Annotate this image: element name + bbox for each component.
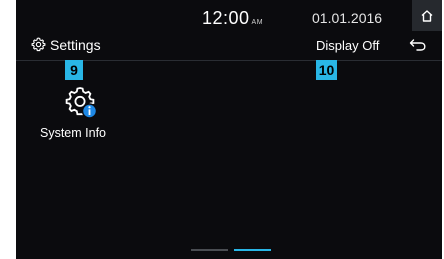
callout-badge-system-info: 9 bbox=[65, 60, 83, 80]
page-title: Settings bbox=[50, 37, 101, 53]
system-info-icon bbox=[65, 87, 98, 119]
clock: 12:00 AM bbox=[202, 8, 263, 29]
back-button[interactable] bbox=[406, 35, 430, 55]
display-off-button[interactable]: Display Off bbox=[316, 38, 379, 53]
clock-ampm: AM bbox=[251, 19, 264, 26]
page-indicator-2 bbox=[234, 249, 271, 251]
callout-badge-display-off: 10 bbox=[316, 60, 337, 80]
clock-time: 12:00 bbox=[202, 8, 250, 28]
title-bar: Settings Display Off bbox=[16, 31, 442, 58]
page-indicator-1 bbox=[191, 249, 228, 251]
gear-icon bbox=[31, 37, 46, 52]
date-display: 01.01.2016 bbox=[312, 10, 383, 26]
back-arrow-icon bbox=[409, 39, 426, 51]
head-unit-screen: 12:00 AM 01.01.2016 Settings Display Off… bbox=[16, 0, 442, 259]
home-button[interactable] bbox=[412, 0, 442, 31]
system-info-label: System Info bbox=[40, 126, 106, 140]
home-icon bbox=[421, 9, 433, 22]
